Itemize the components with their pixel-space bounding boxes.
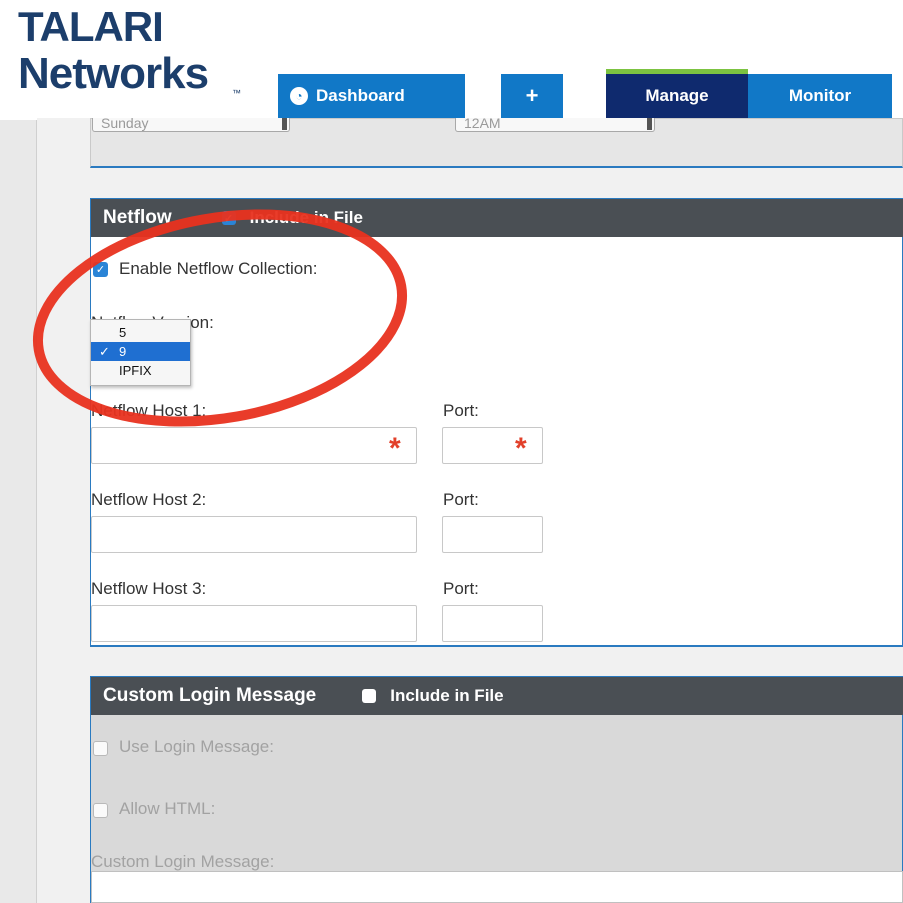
netflow-port-3-input[interactable] [442,605,543,642]
custom-login-title: Custom Login Message [103,685,317,706]
netflow-host-1-label: Netflow Host 1: [91,401,207,420]
use-login-message-label: Use Login Message: [119,737,274,756]
tab-dashboard[interactable]: ◔ Dashboard [278,74,465,118]
version-option-9-label: 9 [119,344,127,359]
netflow-title: Netflow [103,207,172,228]
netflow-version-dropdown[interactable]: 5 ✓ 9 IPFIX [90,319,191,386]
enable-netflow-checkbox[interactable]: ✓ [93,262,108,277]
netflow-include-checkbox[interactable]: ✓ [221,211,236,225]
time-select-value: 12AM [464,118,501,131]
version-option-ipfix-label: IPFIX [119,363,152,378]
allow-html-checkbox[interactable] [93,803,108,818]
enable-netflow-label: Enable Netflow Collection: [119,259,318,278]
netflow-include-label: Include in File [249,208,363,227]
tab-add[interactable]: + [501,74,563,118]
tab-manage-label: Manage [645,86,709,105]
plus-icon: + [525,83,539,108]
netflow-port-3-label: Port: [443,579,479,598]
version-option-ipfix[interactable]: IPFIX [91,361,190,380]
netflow-host-2-label: Netflow Host 2: [91,490,207,509]
required-asterisk-icon: * [515,432,527,465]
netflow-port-1-label: Port: [443,401,479,420]
check-icon: ✓ [95,264,106,276]
custom-login-message-textarea[interactable] [91,871,903,903]
brand-logo-line1: TALARI [18,3,164,50]
day-select-value: Sunday [101,118,149,131]
tab-monitor[interactable]: Monitor [748,74,892,118]
dashboard-icon: ◔ [290,87,308,105]
netflow-port-2-input[interactable] [442,516,543,553]
allow-html-label: Allow HTML: [119,799,216,818]
version-option-9[interactable]: ✓ 9 [91,342,190,361]
tab-dashboard-label: Dashboard [316,86,405,105]
netflow-host-2-input[interactable] [91,516,417,553]
netflow-host-3-input[interactable] [91,605,417,642]
custom-login-message-label: Custom Login Message: [91,852,275,871]
custom-login-include-label: Include in File [390,686,504,705]
time-select[interactable]: 12AM [455,118,655,132]
netflow-header: Netflow ✓ Include in File [91,199,903,237]
required-asterisk-icon: * [389,432,401,465]
tab-monitor-label: Monitor [788,86,852,105]
netflow-host-1-input[interactable] [91,427,417,464]
netflow-host-3-label: Netflow Host 3: [91,579,207,598]
netflow-port-2-label: Port: [443,490,479,509]
custom-login-include-checkbox[interactable] [362,689,377,703]
day-select[interactable]: Sunday [92,118,290,132]
left-sidebar-strip [0,120,37,903]
version-option-5[interactable]: 5 [91,323,190,342]
brand-logo-line2: Networks [18,49,209,98]
use-login-message-checkbox[interactable] [93,741,108,756]
brand-trademark: ™ [232,88,241,98]
check-icon: ✓ [99,344,110,359]
netflow-port-1-input[interactable] [442,427,543,464]
custom-login-header: Custom Login Message Include in File [91,677,903,715]
tab-manage[interactable]: Manage [606,69,748,118]
version-option-5-label: 5 [119,325,127,340]
